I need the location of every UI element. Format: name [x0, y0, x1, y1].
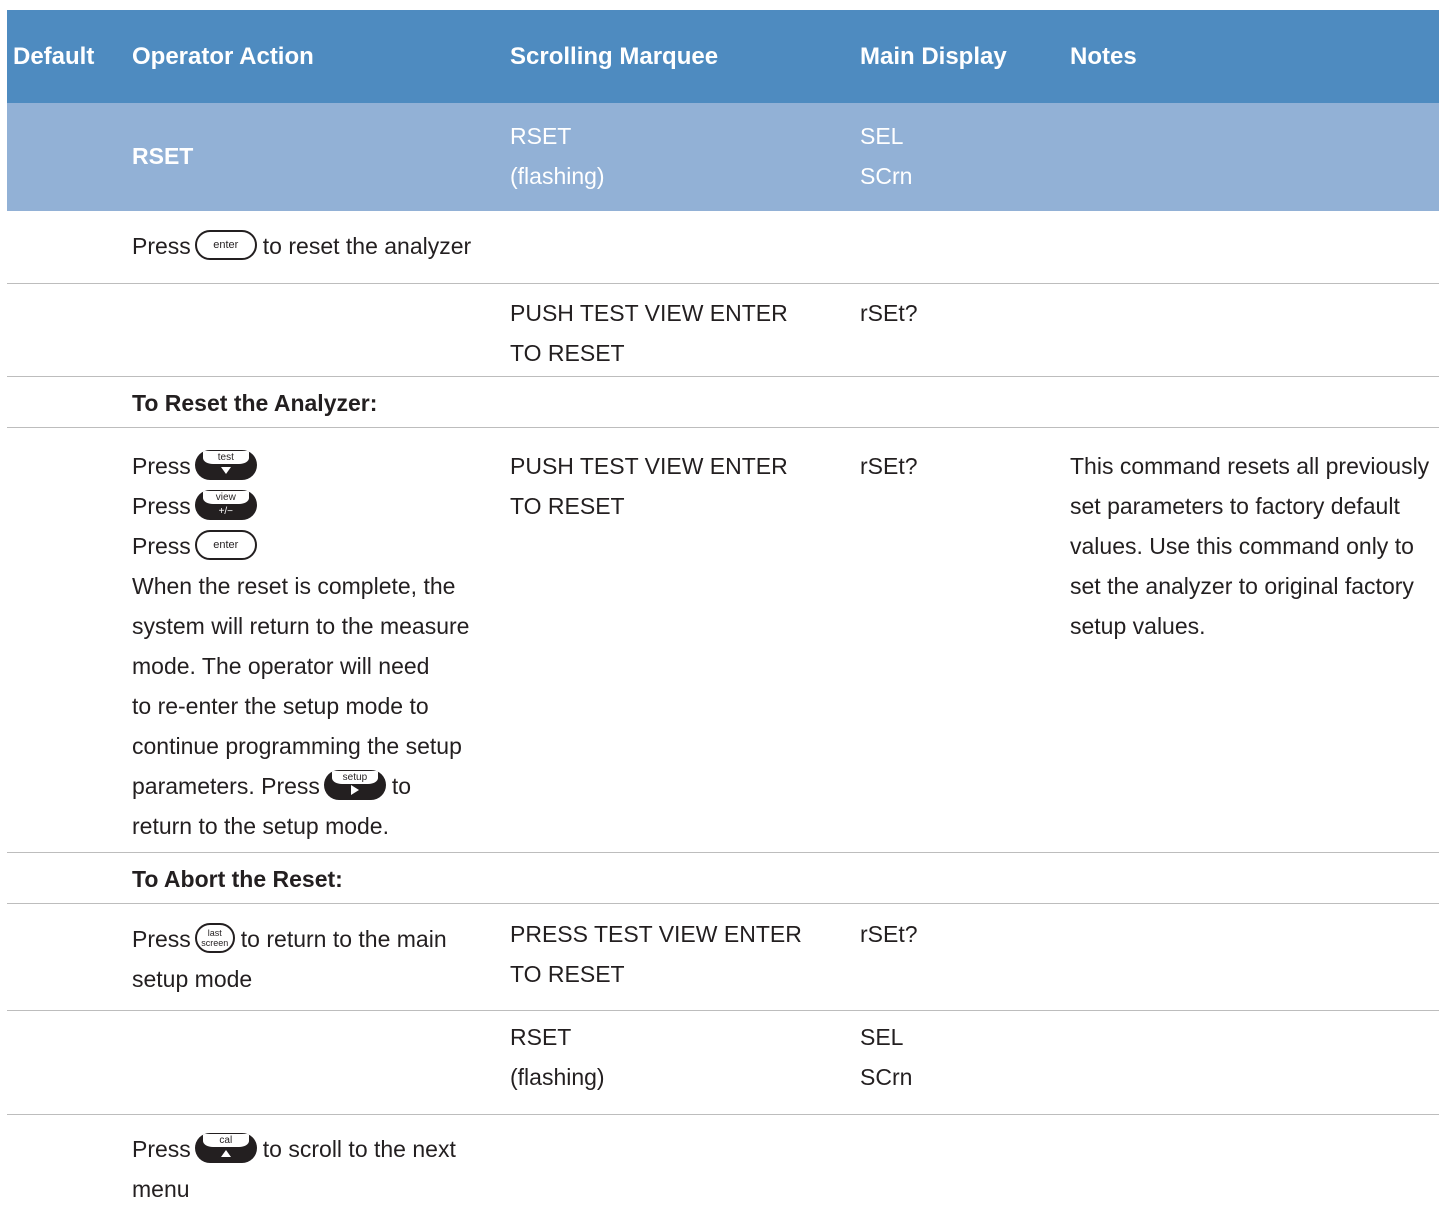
- marquee-cell: PUSH TEST VIEW ENTER TO RESET: [510, 293, 840, 373]
- menu-row-rset: RSET RSET (flashing) SEL SCrn: [7, 103, 1439, 211]
- notes-line: setup values.: [1070, 613, 1206, 639]
- table-row: Press enter to reset the analyzer: [7, 211, 1439, 284]
- table-row: PUSH TEST VIEW ENTER TO RESET rSEt?: [7, 284, 1439, 377]
- section-heading-reset: To Reset the Analyzer:: [132, 390, 378, 416]
- last-label: last: [207, 927, 222, 938]
- screen-label: screen: [201, 937, 229, 948]
- test-button-label: test: [202, 450, 249, 464]
- reset-text-line: When the reset is complete, the: [132, 573, 456, 599]
- reset-text-line: return to the setup mode.: [132, 813, 389, 839]
- cal-button-label: cal: [202, 1133, 249, 1147]
- header-default: Default: [13, 43, 95, 70]
- press-cal-line: Press cal to scroll to the next: [132, 1129, 492, 1169]
- marquee-cell: RSET (flashing): [510, 1017, 840, 1097]
- table-row: RSET (flashing) SEL SCrn: [7, 1011, 1439, 1115]
- display-cell: rSEt?: [860, 921, 918, 947]
- marquee-line2: TO RESET: [510, 961, 625, 987]
- instruction-text: menu: [132, 1176, 190, 1202]
- view-button-icon: view +/−: [194, 489, 257, 520]
- up-arrow-icon: [195, 1148, 257, 1162]
- marquee-line2: TO RESET: [510, 340, 625, 366]
- display-line1: SEL: [860, 1024, 904, 1050]
- params-text: parameters. Press: [132, 773, 320, 799]
- display-cell: SEL SCrn: [860, 1017, 1050, 1097]
- instruction-text: to return to the main: [240, 926, 447, 952]
- marquee-line1: PUSH TEST VIEW ENTER: [510, 300, 788, 326]
- notes-line: set the analyzer to original factory: [1070, 573, 1414, 599]
- table-row: Press cal to scroll to the next menu: [7, 1115, 1439, 1205]
- press-last-screen-line: Press last screen to return to the main: [132, 919, 492, 959]
- marquee-line1: RSET: [510, 1024, 572, 1050]
- press-test-line: Press test: [132, 446, 492, 486]
- table-row: Press test Press view +/− Press enter When t…: [7, 428, 1439, 853]
- press-enter-instruction: Press enter to reset the analyzer: [132, 226, 492, 266]
- to-label: to: [391, 773, 412, 799]
- instruction-text: to reset the analyzer: [262, 233, 472, 259]
- reset-text-line: mode. The operator will need: [132, 653, 430, 679]
- table-row: To Reset the Analyzer:: [7, 377, 1439, 428]
- notes-line: This command resets all previously: [1070, 453, 1430, 479]
- press-label: Press: [132, 926, 191, 952]
- reset-table: Default Operator Action Scrolling Marque…: [7, 10, 1439, 1205]
- instruction-text: setup mode: [132, 966, 253, 992]
- setup-button-icon: setup: [323, 769, 386, 800]
- right-arrow-icon: [324, 784, 386, 799]
- menu-marquee-line2: (flashing): [510, 163, 605, 189]
- notes-line: set parameters to factory default: [1070, 493, 1400, 519]
- press-enter-line: Press enter: [132, 526, 492, 566]
- test-button-icon: test: [194, 449, 257, 480]
- reset-text-line: system will return to the measure: [132, 613, 470, 639]
- setup-button-label: setup: [331, 770, 378, 784]
- marquee-line1: PUSH TEST VIEW ENTER: [510, 453, 788, 479]
- marquee-cell: PUSH TEST VIEW ENTER TO RESET: [510, 446, 840, 526]
- press-label: Press: [132, 233, 191, 259]
- table-header: Default Operator Action Scrolling Marque…: [7, 10, 1439, 103]
- menu-action: RSET: [132, 143, 194, 169]
- press-setup-line: parameters. Press setup to: [132, 766, 492, 806]
- press-label: Press: [132, 453, 191, 479]
- marquee-line2: TO RESET: [510, 493, 625, 519]
- section-heading-abort: To Abort the Reset:: [132, 866, 343, 892]
- last-screen-button-icon: last screen: [194, 922, 235, 953]
- view-button-label: view: [202, 490, 249, 504]
- press-label: Press: [132, 1136, 191, 1162]
- display-cell: rSEt?: [860, 453, 918, 479]
- marquee-cell: PRESS TEST VIEW ENTER TO RESET: [510, 914, 840, 994]
- header-scrolling-marquee: Scrolling Marquee: [510, 43, 719, 70]
- display-line2: SCrn: [860, 1064, 913, 1090]
- reset-instructions: Press test Press view +/− Press enter When t…: [132, 446, 492, 846]
- menu-display-line1: SEL: [860, 123, 904, 149]
- plus-minus-icon: +/−: [218, 505, 234, 517]
- cal-instructions: Press cal to scroll to the next menu: [132, 1129, 492, 1209]
- menu-display: SEL SCrn: [860, 116, 1050, 196]
- table-row: To Abort the Reset:: [7, 853, 1439, 904]
- marquee-line2: (flashing): [510, 1064, 605, 1090]
- reset-text-line: to re-enter the setup mode to: [132, 693, 429, 719]
- header-operator-action: Operator Action: [132, 43, 314, 70]
- enter-button-icon: enter: [194, 529, 257, 560]
- table-row: Press last screen to return to the main set…: [7, 904, 1439, 1011]
- notes-line: values. Use this command only to: [1070, 533, 1414, 559]
- press-view-line: Press view +/−: [132, 486, 492, 526]
- enter-button-icon: enter: [194, 229, 257, 260]
- menu-display-line2: SCrn: [860, 163, 913, 189]
- header-main-display: Main Display: [860, 43, 1007, 70]
- display-cell: rSEt?: [860, 300, 918, 326]
- header-notes: Notes: [1070, 43, 1137, 70]
- notes-cell: This command resets all previously set p…: [1070, 446, 1439, 646]
- down-arrow-icon: [195, 465, 257, 479]
- abort-instructions: Press last screen to return to the main set…: [132, 919, 492, 999]
- press-label: Press: [132, 533, 191, 559]
- reset-text-line: continue programming the setup: [132, 733, 462, 759]
- press-label: Press: [132, 493, 191, 519]
- marquee-line1: PRESS TEST VIEW ENTER: [510, 921, 802, 947]
- instruction-text: to scroll to the next: [262, 1136, 456, 1162]
- cal-button-icon: cal: [194, 1132, 257, 1163]
- menu-marquee-line1: RSET: [510, 123, 572, 149]
- menu-marquee: RSET (flashing): [510, 116, 840, 196]
